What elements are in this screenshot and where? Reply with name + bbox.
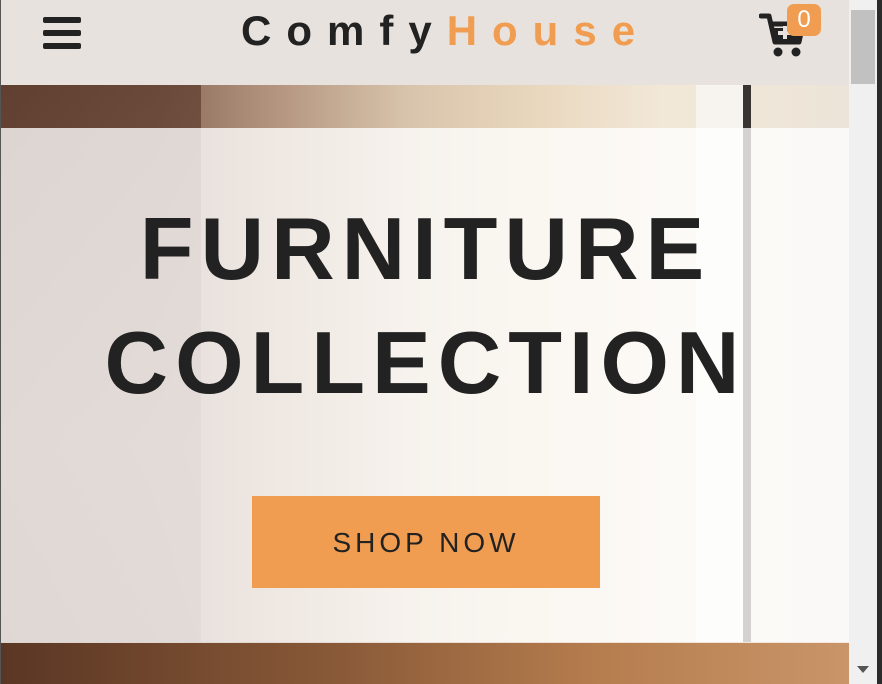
- scrollbar[interactable]: [849, 0, 877, 684]
- menu-bar: [43, 43, 81, 49]
- logo-house: House: [446, 7, 651, 54]
- scrollbar-thumb[interactable]: [851, 10, 875, 84]
- cart-count-badge: 0: [787, 4, 821, 36]
- logo-comfy: Comfy: [241, 7, 447, 54]
- window-edge: [877, 0, 882, 684]
- browser-viewport: ComfyHouse 0 FURNITURE COLLECTION SHOP N…: [0, 0, 849, 684]
- navbar: ComfyHouse 0: [1, 0, 849, 85]
- hero-title-line1: FURNITURE: [139, 199, 712, 298]
- scroll-down-arrow-icon[interactable]: [857, 666, 869, 673]
- menu-bar: [43, 17, 81, 23]
- hero-title-line2: COLLECTION: [104, 313, 747, 412]
- cart-button[interactable]: 0: [759, 4, 821, 58]
- hero-title: FURNITURE COLLECTION: [1, 192, 849, 420]
- menu-bar: [43, 30, 81, 36]
- hero-background-floor: [1, 642, 849, 684]
- menu-icon[interactable]: [43, 16, 81, 50]
- shop-now-button[interactable]: SHOP NOW: [252, 496, 600, 588]
- hero-banner: FURNITURE COLLECTION SHOP NOW: [1, 85, 849, 684]
- logo: ComfyHouse: [241, 6, 650, 56]
